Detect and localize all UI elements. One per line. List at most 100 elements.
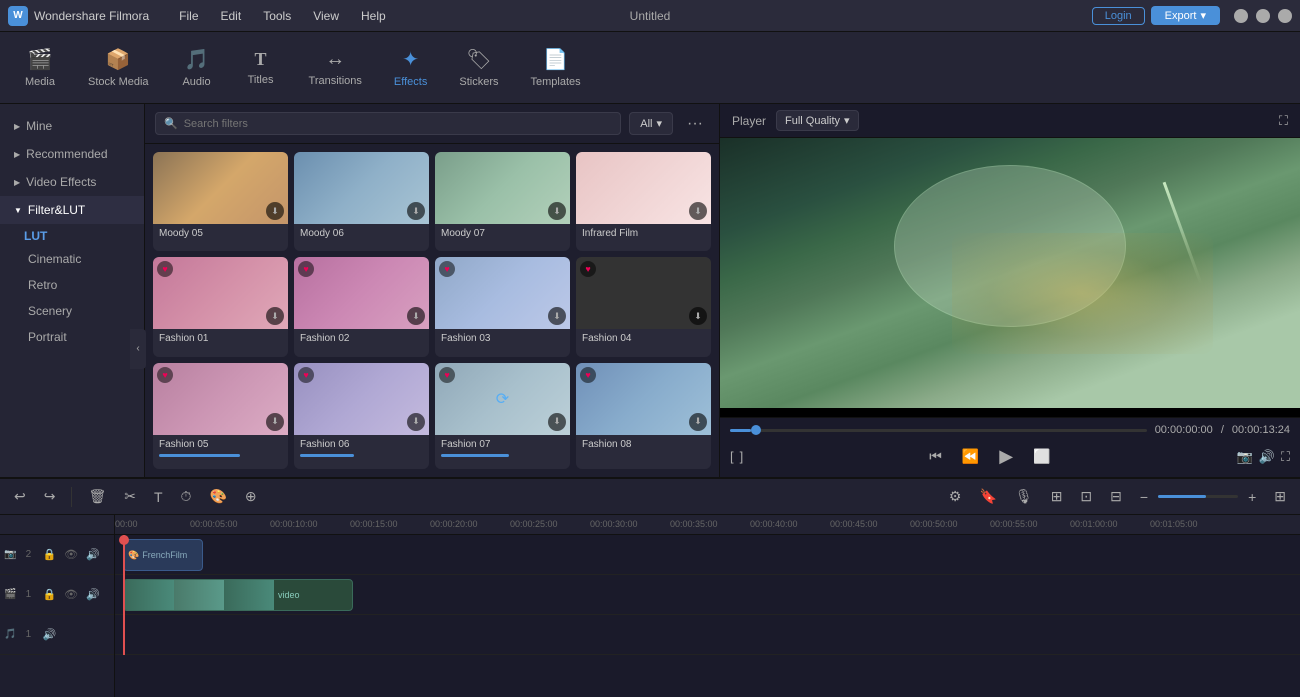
tool-titles[interactable]: T Titles xyxy=(231,43,291,92)
export-button[interactable]: Export ▾ xyxy=(1151,6,1220,25)
effect-moody07[interactable]: ⬇ Moody 07 xyxy=(435,152,570,251)
zoom-in-button[interactable]: + xyxy=(1242,485,1262,509)
close-button[interactable] xyxy=(1278,9,1292,23)
login-button[interactable]: Login xyxy=(1092,7,1145,25)
clip-french-film[interactable]: 🎨 FrenchFilm xyxy=(123,539,203,571)
preview-panel: Player Full Quality ▾ ⛶ xyxy=(720,104,1300,477)
effect-fashion06[interactable]: ♥ ⬇ Fashion 06 xyxy=(294,363,429,469)
all-filter-button[interactable]: All ▾ xyxy=(629,112,673,135)
mark-in-button[interactable]: [ xyxy=(730,449,734,464)
download-icon: ⬇ xyxy=(689,413,707,431)
settings-button[interactable]: ⚙ xyxy=(943,484,968,509)
effect-fashion04[interactable]: ♥ ⬇ Fashion 04 xyxy=(576,257,711,356)
clip-thumbnail-2 xyxy=(174,579,224,611)
bookmark-button[interactable]: 🔖 xyxy=(973,484,1002,509)
player-label: Player xyxy=(732,114,766,128)
menu-file[interactable]: File xyxy=(169,7,208,25)
panel-video-effects[interactable]: ▶ Video Effects xyxy=(0,168,144,196)
effect-fashion08[interactable]: ♥ ⬇ Fashion 08 xyxy=(576,363,711,469)
tool-media[interactable]: 🎬 Media xyxy=(10,41,70,94)
tool-effects[interactable]: ✦ Effects xyxy=(380,41,441,94)
panel-cinematic[interactable]: Cinematic xyxy=(0,246,144,272)
effect-fashion02[interactable]: ♥ ⬇ Fashion 02 xyxy=(294,257,429,356)
track-control-video1: 🎬 1 🔒 👁 🔊 xyxy=(0,575,114,615)
effect-moody05[interactable]: ⬇ Moody 05 xyxy=(153,152,288,251)
menu-help[interactable]: Help xyxy=(351,7,396,25)
chevron-down-icon: ▾ xyxy=(1200,9,1206,22)
track-mute-video-button[interactable]: 🔊 xyxy=(84,546,102,563)
effect-fashion01[interactable]: ♥ ⬇ Fashion 01 xyxy=(153,257,288,356)
timeline-tracks-area[interactable]: 00:00 00:00:05:00 00:00:10:00 00:00:15:0… xyxy=(115,515,1300,697)
step-back-button[interactable]: ⏮ xyxy=(925,444,946,469)
track-lock-button-1[interactable]: 🔒 xyxy=(40,586,58,603)
panel-scenery[interactable]: Scenery xyxy=(0,298,144,324)
tool-stickers[interactable]: 🏷 Stickers xyxy=(445,41,512,94)
fullscreen-button[interactable]: ⛶ xyxy=(1279,113,1288,129)
menu-edit[interactable]: Edit xyxy=(211,7,252,25)
pip-button[interactable]: ⊟ xyxy=(1104,484,1128,509)
track-hide-button-1[interactable]: 👁 xyxy=(62,586,80,603)
volume-button[interactable]: 🔊 xyxy=(1259,449,1275,465)
track-mute-button-1[interactable]: 🔊 xyxy=(84,586,102,603)
minimize-button[interactable] xyxy=(1234,9,1248,23)
track-mute-audio-button[interactable]: 🔊 xyxy=(40,626,58,643)
text-button[interactable]: T xyxy=(148,485,169,509)
panel-portrait[interactable]: Portrait xyxy=(0,324,144,350)
zoom-out-button[interactable]: − xyxy=(1134,485,1154,509)
french-film-label: FrenchFilm xyxy=(142,550,187,560)
menu-view[interactable]: View xyxy=(303,7,349,25)
titlebar-right: Login Export ▾ xyxy=(1092,6,1292,25)
panel-collapse-button[interactable]: ‹ xyxy=(130,329,145,369)
panel-mine[interactable]: ▶ Mine xyxy=(0,112,144,140)
download-icon: ⬇ xyxy=(266,307,284,325)
snapshot-button[interactable]: 📷 xyxy=(1237,449,1253,465)
tool-transitions[interactable]: ↔ Transitions xyxy=(295,42,376,93)
search-box[interactable]: 🔍 xyxy=(155,112,621,135)
split-button[interactable]: ⊞ xyxy=(1045,484,1069,509)
tool-audio[interactable]: 🎵 Audio xyxy=(167,41,227,94)
tool-stock-media[interactable]: 📦 Stock Media xyxy=(74,41,163,94)
panel-retro[interactable]: Retro xyxy=(0,272,144,298)
main-toolbar: 🎬 Media 📦 Stock Media 🎵 Audio T Titles ↔… xyxy=(0,32,1300,104)
track-hide-button[interactable]: 👁 xyxy=(62,546,80,563)
clip-video[interactable]: video xyxy=(123,579,353,611)
duration-button[interactable]: ⏱ xyxy=(175,484,198,509)
menu-tools[interactable]: Tools xyxy=(253,7,301,25)
fullscreen-btn[interactable]: ⛶ xyxy=(1281,449,1290,465)
effect-fashion03[interactable]: ♥ ⬇ Fashion 03 xyxy=(435,257,570,356)
panel-recommended[interactable]: ▶ Recommended xyxy=(0,140,144,168)
panel-filter-lut[interactable]: ▼ Filter&LUT xyxy=(0,196,144,224)
delete-button[interactable]: 🗑 xyxy=(82,484,112,509)
track-lock-button[interactable]: 🔒 xyxy=(40,546,58,563)
zoom-slider[interactable] xyxy=(1158,495,1238,498)
time-slider[interactable] xyxy=(730,429,1147,432)
grid-button[interactable]: ⊞ xyxy=(1268,484,1292,509)
mic-button[interactable]: 🎙 xyxy=(1009,484,1039,509)
main-area: ▶ Mine ▶ Recommended ▶ Video Effects ▼ F… xyxy=(0,104,1300,477)
transition-button[interactable]: ⊡ xyxy=(1074,484,1098,509)
effect-fashion07[interactable]: ♥ ⬇ ⟳ Fashion 07 xyxy=(435,363,570,469)
effect-moody06[interactable]: ⬇ Moody 06 xyxy=(294,152,429,251)
panel-lut[interactable]: LUT xyxy=(0,224,144,246)
undo-button[interactable]: ↩ xyxy=(8,484,32,509)
frame-back-button[interactable]: ⏪ xyxy=(958,444,983,469)
audio-icon: 🎵 xyxy=(184,47,209,72)
effect-infrared[interactable]: ⬇ Infrared Film xyxy=(576,152,711,251)
cut-button[interactable]: ✂ xyxy=(118,484,142,509)
video-bottles-element xyxy=(952,233,1213,355)
redo-button[interactable]: ↪ xyxy=(38,484,62,509)
play-button[interactable]: ▶ xyxy=(995,442,1017,471)
crop-button[interactable]: ⬜ xyxy=(1029,444,1054,469)
maximize-button[interactable] xyxy=(1256,9,1270,23)
more-options-button[interactable]: ··· xyxy=(681,113,709,135)
search-input[interactable] xyxy=(184,118,613,130)
preview-controls: 00:00:00:00 / 00:00:13:24 [ ] ⏮ ⏪ ▶ ⬜ 📷 … xyxy=(720,417,1300,477)
download-icon: ⬇ xyxy=(407,202,425,220)
effect-fashion05[interactable]: ♥ ⬇ Fashion 05 xyxy=(153,363,288,469)
color-button[interactable]: 🎨 xyxy=(203,484,232,509)
tool-templates[interactable]: 📄 Templates xyxy=(516,41,594,94)
effect-label-moody05: Moody 05 xyxy=(153,224,288,243)
quality-selector[interactable]: Full Quality ▾ xyxy=(776,110,859,131)
mark-out-button[interactable]: ] xyxy=(740,449,744,464)
more-button[interactable]: ⊕ xyxy=(239,484,263,509)
